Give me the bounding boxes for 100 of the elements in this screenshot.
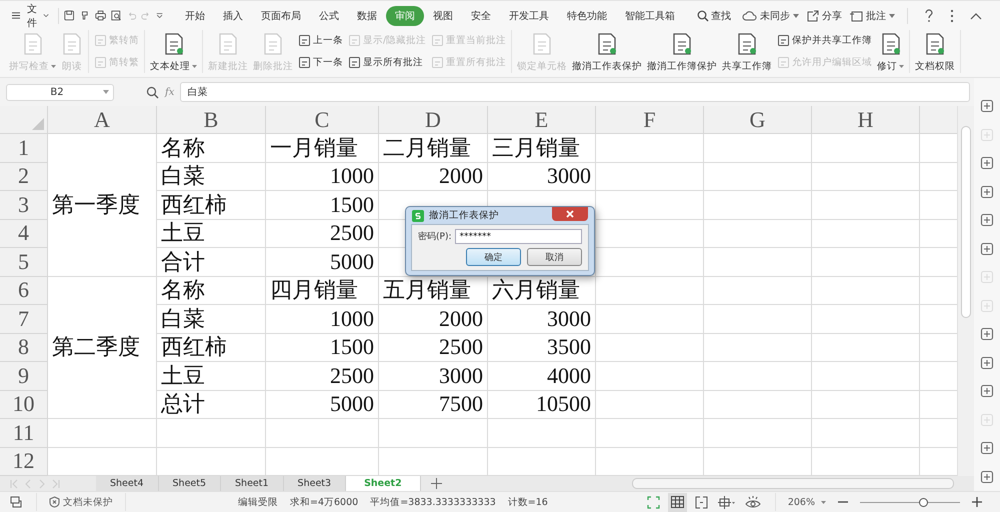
tool-icon[interactable] <box>980 441 994 456</box>
column-header[interactable]: G <box>704 106 812 134</box>
ribbon-button[interactable]: 修订 <box>875 30 906 73</box>
caret-icon[interactable] <box>821 500 826 504</box>
ribbon-button[interactable]: 上一条 <box>296 33 345 48</box>
help-icon[interactable] <box>924 8 934 22</box>
row-header[interactable]: 3 <box>0 191 48 220</box>
sheet-tab[interactable]: Sheet4 <box>96 476 159 491</box>
caret-icon <box>51 65 56 68</box>
dialog-button[interactable]: 取消 <box>527 248 582 266</box>
tool-icon[interactable] <box>980 99 994 114</box>
column-header[interactable]: E <box>488 106 596 134</box>
column-header[interactable]: A <box>48 106 157 134</box>
ribbon-tab[interactable]: 页面布局 <box>252 6 310 26</box>
app-icon <box>412 210 424 222</box>
password-field[interactable]: ******* <box>455 229 582 244</box>
ribbon-tab[interactable]: 安全 <box>462 6 500 26</box>
share-button[interactable]: 分享 <box>805 6 844 24</box>
eye-icon[interactable] <box>744 496 761 508</box>
tool-icon[interactable] <box>980 156 994 170</box>
table-cell: 2000 <box>379 162 488 191</box>
ribbon-button[interactable]: 撤消工作表保护 <box>570 30 644 73</box>
note-icon <box>348 56 361 69</box>
tool-icon[interactable] <box>980 384 994 398</box>
ribbon-tab[interactable]: 特色功能 <box>558 6 616 26</box>
column-header[interactable]: B <box>157 106 266 134</box>
collapse-icon[interactable] <box>970 12 982 20</box>
row-header[interactable]: 8 <box>0 334 48 362</box>
column-header[interactable]: D <box>379 106 488 134</box>
zoom-in-icon[interactable] <box>972 497 982 507</box>
column-header[interactable]: F <box>596 106 704 134</box>
ribbon-tab[interactable]: 智能工具箱 <box>616 6 684 26</box>
ribbon-tab[interactable]: 数据 <box>348 6 386 26</box>
caret-icon <box>43 13 50 18</box>
sheet-tab[interactable]: Sheet5 <box>158 476 222 491</box>
tool-icon[interactable] <box>980 470 994 484</box>
ribbon-button[interactable]: 下一条 <box>296 54 345 70</box>
row-header[interactable]: 9 <box>0 362 48 390</box>
search-button[interactable]: 查找 <box>688 6 740 26</box>
caret-icon[interactable] <box>156 12 163 20</box>
fullscreen-icon[interactable] <box>646 496 660 508</box>
tool-icon[interactable] <box>980 327 994 342</box>
ribbon-tab[interactable]: 插入 <box>214 6 252 26</box>
print-icon[interactable] <box>95 9 106 22</box>
ribbon-tab[interactable]: 视图 <box>424 6 462 26</box>
row-header[interactable]: 11 <box>0 419 48 448</box>
row-header[interactable]: 10 <box>0 390 48 419</box>
normal-view-button[interactable] <box>668 492 687 512</box>
sync-button[interactable]: 未同步 <box>740 6 801 24</box>
slider-thumb[interactable] <box>919 498 928 506</box>
row-header[interactable]: 2 <box>0 162 48 191</box>
zoom-icon[interactable] <box>146 86 159 98</box>
vertical-scrollbar[interactable] <box>957 106 974 476</box>
table-cell: 西红柿 <box>157 334 266 362</box>
page-break-icon[interactable] <box>694 496 708 508</box>
protection-status[interactable]: 文档未保护 <box>49 496 113 508</box>
tool-icon[interactable] <box>980 242 994 256</box>
formula-field[interactable]: 白菜 <box>180 82 970 102</box>
note-icon <box>777 34 790 48</box>
horizontal-scrollbar[interactable] <box>632 478 954 489</box>
count-status: 计数=16 <box>508 496 548 508</box>
ribbon-button[interactable]: 撤消工作簿保护 <box>645 30 720 73</box>
tool-icon[interactable] <box>980 356 994 370</box>
caret-icon <box>103 90 109 94</box>
more-icon[interactable] <box>950 8 954 22</box>
tool-icon[interactable] <box>980 184 994 199</box>
brush-icon[interactable] <box>80 9 90 22</box>
ribbon-tab[interactable]: 开始 <box>176 6 214 26</box>
ribbon-tab[interactable]: 公式 <box>310 6 348 26</box>
layout-icon[interactable] <box>10 496 24 508</box>
zoom-level[interactable]: 206% <box>788 496 815 508</box>
table-cell: 二月销量 <box>379 134 488 162</box>
ribbon-button[interactable]: 文本处理 <box>148 30 199 73</box>
save-icon[interactable] <box>64 9 75 22</box>
row-header[interactable]: 7 <box>0 305 48 334</box>
name-box[interactable]: B2 <box>6 84 114 100</box>
add-sheet-icon[interactable] <box>430 478 442 489</box>
ribbon-button[interactable]: 共享工作簿 <box>720 30 774 73</box>
file-menu[interactable]: 文件 <box>10 0 52 32</box>
sheet-tab[interactable]: Sheet3 <box>284 476 346 491</box>
column-header[interactable]: C <box>266 106 379 134</box>
crosshair-icon[interactable] <box>718 496 735 508</box>
menu-icon <box>12 11 20 20</box>
row-header[interactable]: 4 <box>0 220 48 248</box>
ribbon-tab[interactable]: 开发工具 <box>500 6 558 26</box>
row-header[interactable]: 12 <box>0 448 48 476</box>
close-button[interactable] <box>552 207 588 221</box>
preview-icon[interactable] <box>111 9 122 22</box>
comment-button[interactable]: 批注 <box>848 6 897 24</box>
ribbon-button[interactable]: 显示所有批注 <box>346 54 428 70</box>
tool-icon[interactable] <box>980 213 994 228</box>
column-header[interactable]: H <box>812 106 920 134</box>
row-header[interactable]: 1 <box>0 134 48 162</box>
ribbon-button[interactable]: 保护并共享工作簿 <box>775 33 874 48</box>
row-header[interactable]: 6 <box>0 276 48 305</box>
dialog-button[interactable]: 确定 <box>466 248 521 266</box>
ribbon-button[interactable]: 文档权限 <box>913 30 958 73</box>
row-header[interactable]: 5 <box>0 248 48 276</box>
table-cell: 3500 <box>488 334 596 362</box>
sheet-tab[interactable]: Sheet1 <box>221 476 284 491</box>
